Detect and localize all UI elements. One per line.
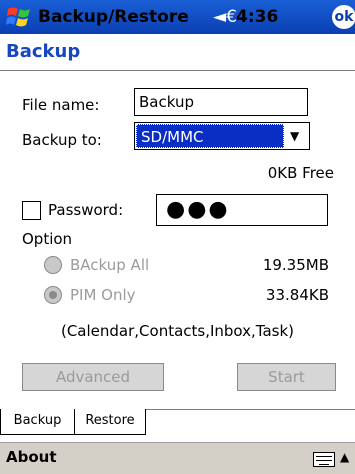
pim-note: (Calendar,Contacts,Inbox,Task) (60, 322, 295, 340)
option-label: Option (22, 230, 73, 248)
filename-label: File name: (22, 96, 100, 114)
backup-all-label[interactable]: BAckup All (70, 255, 149, 275)
backup-to-label: Backup to: (22, 131, 102, 149)
header-divider (0, 70, 355, 71)
chevron-down-icon[interactable]: ▼ (290, 129, 299, 143)
ok-button[interactable]: ok (332, 5, 355, 29)
backup-all-radio[interactable] (44, 256, 62, 274)
pim-only-label[interactable]: PIM Only (70, 285, 136, 305)
backup-to-value[interactable]: SD/MMC (136, 124, 284, 148)
keyboard-icon[interactable] (313, 452, 335, 467)
pim-only-size: 33.84KB (265, 286, 329, 304)
password-mask: ●●● (166, 197, 230, 222)
free-space-text: 0KB Free (267, 164, 334, 182)
app-title: Backup/Restore (38, 7, 189, 27)
clock[interactable]: 4:36 (236, 5, 278, 29)
advanced-button[interactable]: Advanced (22, 363, 164, 391)
about-menu[interactable]: About (6, 447, 57, 467)
windows-start-icon[interactable] (6, 5, 32, 29)
tab-backup[interactable]: Backup (0, 409, 75, 435)
password-checkbox[interactable] (22, 201, 41, 220)
password-label: Password: (48, 201, 124, 219)
page-title: Backup (6, 41, 81, 62)
tab-restore[interactable]: Restore (74, 409, 146, 435)
backup-all-size: 19.35MB (262, 256, 329, 274)
start-button[interactable]: Start (237, 363, 336, 391)
pim-only-radio[interactable] (44, 286, 62, 304)
filename-input[interactable]: Backup (134, 88, 308, 116)
speaker-icon[interactable]: ◄€ (213, 7, 237, 27)
input-panel-arrow-icon[interactable]: ▲ (340, 447, 349, 467)
